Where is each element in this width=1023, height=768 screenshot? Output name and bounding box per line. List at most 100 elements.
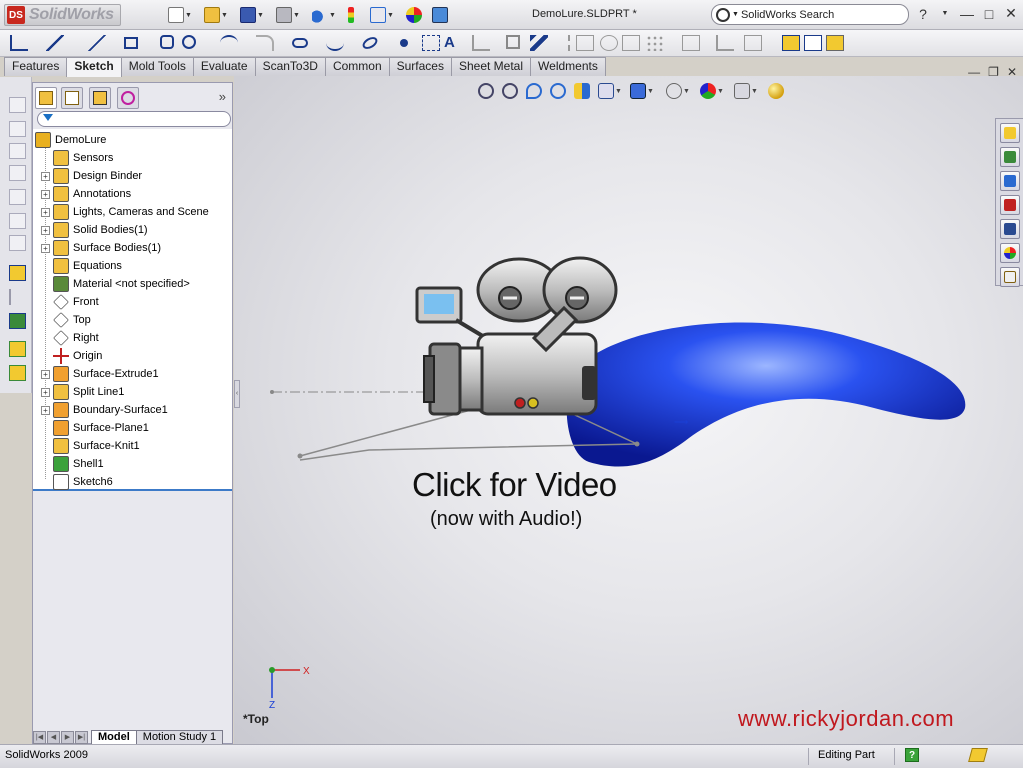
rotate-entities-icon[interactable] bbox=[600, 35, 618, 51]
next-tab-icon[interactable]: ▶ bbox=[61, 730, 74, 744]
expand-icon[interactable]: + bbox=[41, 243, 50, 253]
tab-model[interactable]: Model bbox=[91, 729, 137, 745]
smart-mates-icon[interactable] bbox=[9, 313, 26, 329]
tree-item[interactable]: Shell1 bbox=[41, 455, 104, 473]
print-icon[interactable]: ▼ bbox=[276, 5, 304, 25]
layer-properties-icon[interactable] bbox=[9, 341, 26, 357]
video-cta-subtitle[interactable]: (now with Audio!) bbox=[430, 508, 582, 531]
tree-item[interactable]: + Surface Bodies(1) bbox=[41, 239, 161, 257]
mirror-entities-icon[interactable] bbox=[552, 35, 570, 51]
quick-snaps-icon[interactable] bbox=[744, 35, 762, 51]
display-relations-icon[interactable] bbox=[682, 35, 700, 51]
tree-item[interactable]: DemoLure bbox=[35, 131, 106, 149]
tree-item[interactable]: + Solid Bodies(1) bbox=[41, 221, 148, 239]
spline-icon[interactable] bbox=[326, 35, 344, 51]
left-view-icon[interactable] bbox=[9, 143, 26, 159]
video-cta-title[interactable]: Click for Video bbox=[412, 466, 617, 504]
tree-filter-input[interactable] bbox=[37, 111, 231, 127]
search-input[interactable]: ▼ SolidWorks Search bbox=[711, 4, 909, 25]
edit-sketch-icon[interactable] bbox=[9, 265, 26, 281]
tree-item[interactable]: Sketch6 bbox=[41, 473, 113, 491]
view-icon[interactable] bbox=[432, 5, 450, 25]
tree-item[interactable]: + Boundary-Surface1 bbox=[41, 401, 168, 419]
line-format-icon[interactable] bbox=[9, 365, 26, 381]
repair-sketch-icon[interactable] bbox=[716, 35, 734, 51]
maximize-button[interactable]: □ bbox=[981, 6, 997, 22]
expand-icon[interactable]: + bbox=[41, 171, 50, 181]
arc-icon[interactable] bbox=[220, 35, 238, 51]
circle-icon[interactable] bbox=[182, 35, 196, 49]
line-icon[interactable] bbox=[88, 35, 106, 51]
fillet-icon[interactable] bbox=[256, 35, 274, 51]
instant-3d-icon[interactable] bbox=[804, 35, 822, 51]
close-button[interactable]: ✕ bbox=[1003, 5, 1019, 22]
isometric-view-icon[interactable] bbox=[9, 235, 26, 251]
tree-item[interactable]: + Annotations bbox=[41, 185, 131, 203]
tab-motion-study[interactable]: Motion Study 1 bbox=[135, 729, 224, 745]
tree-item[interactable]: Surface-Plane1 bbox=[41, 419, 149, 437]
feature-tree-tab[interactable] bbox=[35, 87, 57, 109]
ellipse-icon[interactable] bbox=[360, 34, 380, 52]
expand-panel-icon[interactable]: » bbox=[219, 89, 226, 104]
convert-entities-icon[interactable] bbox=[506, 35, 520, 49]
minimize-button[interactable]: — bbox=[959, 6, 975, 22]
construction-geometry-icon[interactable] bbox=[422, 35, 440, 51]
tree-item[interactable]: Equations bbox=[41, 257, 122, 275]
video-camera-icon[interactable] bbox=[415, 256, 618, 416]
expand-icon[interactable]: + bbox=[41, 369, 50, 379]
top-view-icon[interactable] bbox=[9, 189, 26, 205]
tree-item[interactable]: Right bbox=[41, 329, 99, 347]
back-view-icon[interactable] bbox=[9, 121, 26, 137]
tab-evaluate[interactable]: Evaluate bbox=[192, 57, 256, 76]
rebuild-icon[interactable] bbox=[348, 5, 362, 25]
tree-item[interactable]: + Split Line1 bbox=[41, 383, 124, 401]
tab-sketch[interactable]: Sketch bbox=[66, 57, 122, 77]
tree-item[interactable]: + Surface-Extrude1 bbox=[41, 365, 159, 383]
tree-item[interactable]: Material <not specified> bbox=[41, 275, 190, 293]
point-icon[interactable] bbox=[400, 39, 408, 47]
trim-entities-icon[interactable] bbox=[472, 35, 490, 51]
tab-features[interactable]: Features bbox=[4, 57, 68, 76]
add-relation-icon[interactable] bbox=[9, 289, 26, 305]
undo-icon[interactable]: ▼ bbox=[312, 5, 340, 25]
expand-icon[interactable]: + bbox=[41, 189, 50, 199]
expand-icon[interactable]: + bbox=[41, 225, 50, 235]
solidworks-logo[interactable]: DS SolidWorks bbox=[4, 4, 121, 26]
polygon-icon[interactable] bbox=[160, 35, 174, 49]
tree-item[interactable]: + Lights, Cameras and Scene bbox=[41, 203, 209, 221]
help-button[interactable]: ? bbox=[915, 6, 931, 22]
text-icon[interactable]: A bbox=[444, 35, 462, 51]
tree-item[interactable]: + Design Binder bbox=[41, 167, 142, 185]
expand-icon[interactable]: + bbox=[41, 405, 50, 415]
options-icon[interactable]: ▼ bbox=[370, 5, 398, 25]
dimxpert-tab[interactable] bbox=[117, 87, 139, 109]
scale-entities-icon[interactable] bbox=[622, 35, 640, 51]
last-tab-icon[interactable]: ▶| bbox=[75, 730, 88, 744]
graphics-area[interactable]: — ❐ ✕ ▼ ▼ ▼ ▼ ▼ ⟶ X Z Click for Video (n… bbox=[234, 65, 1023, 744]
sketch-icon[interactable] bbox=[10, 35, 28, 51]
smart-dimension-icon[interactable] bbox=[46, 35, 64, 51]
search-dropdown-icon[interactable]: ▼ bbox=[732, 11, 739, 18]
tab-mold-tools[interactable]: Mold Tools bbox=[120, 57, 194, 76]
tree-item[interactable]: Surface-Knit1 bbox=[41, 437, 140, 455]
linear-pattern-icon[interactable] bbox=[646, 35, 664, 51]
open-icon[interactable]: ▼ bbox=[204, 5, 232, 25]
tree-item[interactable]: Top bbox=[41, 311, 91, 329]
new-document-icon[interactable]: ▼ bbox=[168, 5, 196, 25]
rectangle-icon[interactable] bbox=[124, 37, 138, 49]
move-entities-icon[interactable] bbox=[576, 35, 594, 51]
tree-item[interactable]: Front bbox=[41, 293, 99, 311]
front-view-icon[interactable] bbox=[9, 97, 26, 113]
prev-tab-icon[interactable]: ◀ bbox=[47, 730, 60, 744]
offset-entities-icon[interactable] bbox=[530, 35, 548, 51]
rapid-sketch-icon[interactable] bbox=[782, 35, 800, 51]
quick-tips-icon[interactable]: ? bbox=[905, 748, 919, 762]
tags-icon[interactable] bbox=[968, 748, 988, 762]
first-tab-icon[interactable]: |◀ bbox=[33, 730, 46, 744]
configuration-manager-tab[interactable] bbox=[89, 87, 111, 109]
slot-icon[interactable] bbox=[292, 38, 308, 48]
right-view-icon[interactable] bbox=[9, 165, 26, 181]
property-manager-tab[interactable] bbox=[61, 87, 83, 109]
expand-icon[interactable]: + bbox=[41, 207, 50, 217]
tab-common[interactable]: Common bbox=[324, 57, 390, 76]
